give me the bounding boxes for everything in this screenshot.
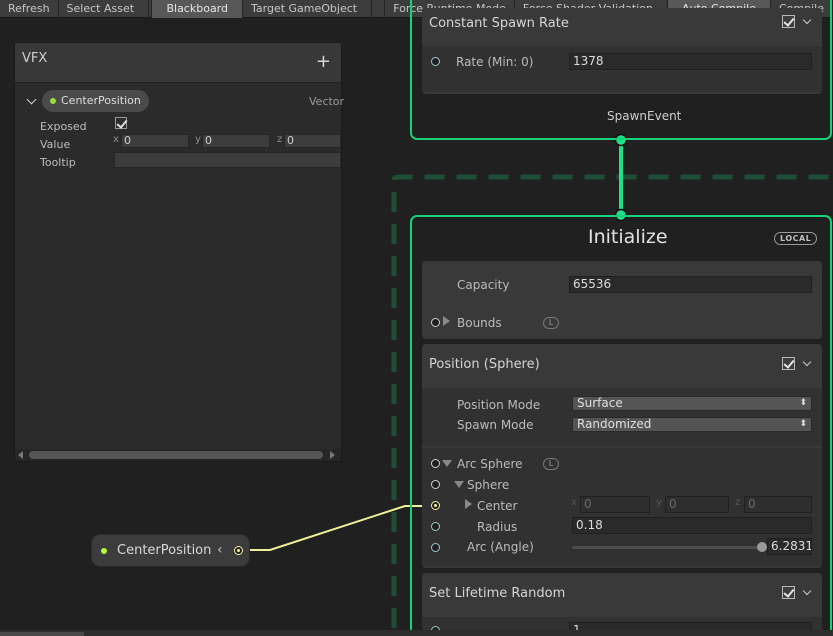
- chevron-down-icon[interactable]: [802, 586, 812, 596]
- block-header: Set Lifetime Random: [422, 573, 822, 605]
- rate-field[interactable]: 1378: [569, 53, 812, 70]
- collapse-icon[interactable]: ‹: [217, 542, 223, 558]
- arc-input-port[interactable]: [431, 543, 440, 552]
- scroll-right-icon[interactable]: [330, 451, 335, 459]
- value-label: Value: [40, 138, 71, 151]
- property-type: Vector: [309, 95, 345, 108]
- chevron-down-icon[interactable]: [802, 15, 812, 25]
- status-bar: [0, 630, 833, 636]
- collapse-arrow-icon[interactable]: [442, 460, 452, 467]
- spawn-event-label: SpawnEvent: [607, 109, 682, 123]
- local-space-badge[interactable]: LOCAL: [774, 232, 818, 245]
- position-mode-label: Position Mode: [457, 398, 541, 412]
- center-label: Center: [477, 499, 518, 513]
- radius-label: Radius: [477, 520, 518, 534]
- capacity-field[interactable]: 65536: [569, 276, 812, 293]
- radius-field[interactable]: 0.18: [572, 517, 812, 534]
- radius-input-port[interactable]: [431, 522, 440, 531]
- tooltip-field[interactable]: [114, 152, 341, 168]
- block-inputs: Arc Sphere L Sphere Center x 0 y 0 z 0 R…: [422, 448, 822, 566]
- tooltip-label: Tooltip: [40, 156, 76, 169]
- arc-sphere-input-port[interactable]: [431, 459, 440, 468]
- local-badge[interactable]: L: [543, 317, 559, 329]
- expand-arrow-icon[interactable]: [443, 316, 450, 326]
- initialize-settings: Capacity 65536 Bounds L: [422, 261, 822, 339]
- position-mode-dropdown[interactable]: Surface ⬍: [572, 396, 812, 411]
- value-y-label: y: [195, 134, 201, 145]
- chevron-down-icon[interactable]: [802, 357, 812, 367]
- status-bar-tab: [0, 632, 84, 636]
- add-property-button[interactable]: +: [316, 53, 331, 71]
- center-x-field: 0: [580, 496, 650, 513]
- vector-type-dot-icon: [101, 548, 107, 554]
- blackboard-header: VFX +: [15, 43, 341, 83]
- block-enabled-checkbox[interactable]: [782, 357, 795, 370]
- block-body: Rate (Min: 0) 1378: [422, 46, 822, 92]
- value-x-field[interactable]: 0: [121, 134, 189, 148]
- block-title: Position (Sphere): [429, 357, 540, 372]
- property-node[interactable]: CenterPosition ‹: [91, 534, 250, 567]
- arc-sphere-label: Arc Sphere: [457, 457, 523, 471]
- rate-label: Rate (Min: 0): [456, 55, 534, 69]
- block-enabled-checkbox[interactable]: [782, 15, 795, 28]
- constant-spawn-rate-block[interactable]: Constant Spawn Rate Rate (Min: 0) 1378: [422, 8, 822, 94]
- value-z-field[interactable]: 0: [284, 134, 341, 148]
- vector-type-dot-icon: [50, 98, 56, 104]
- center-z-field: 0: [744, 496, 812, 513]
- block-header: Position (Sphere): [422, 344, 822, 376]
- arc-slider-thumb[interactable]: [757, 542, 767, 552]
- blackboard-title: VFX: [22, 51, 48, 66]
- collapse-arrow-icon[interactable]: [454, 481, 464, 488]
- center-y-label: y: [656, 497, 662, 508]
- value-y-field[interactable]: 0: [202, 134, 270, 148]
- center-z-label: z: [735, 497, 741, 508]
- block-title: Constant Spawn Rate: [429, 16, 569, 31]
- position-sphere-block[interactable]: Position (Sphere) Position Mode Surface …: [422, 344, 822, 568]
- spawn-mode-label: Spawn Mode: [457, 418, 534, 432]
- blackboard-property-pill[interactable]: CenterPosition: [42, 90, 149, 112]
- arc-label: Arc (Angle): [467, 540, 534, 554]
- spawn-mode-dropdown[interactable]: Randomized ⬍: [572, 417, 812, 432]
- rate-input-port[interactable]: [431, 57, 440, 66]
- property-output-port[interactable]: [234, 546, 243, 555]
- set-lifetime-random-block[interactable]: Set Lifetime Random 1: [422, 573, 822, 636]
- dropdown-value: Randomized: [577, 417, 652, 431]
- scroll-left-icon[interactable]: [18, 451, 23, 459]
- center-input-port[interactable]: [431, 501, 440, 510]
- property-name: CenterPosition: [61, 94, 141, 107]
- center-y-field: 0: [665, 496, 729, 513]
- scrollbar-thumb[interactable]: [29, 451, 323, 459]
- local-badge[interactable]: L: [543, 458, 559, 470]
- dropdown-arrows-icon: ⬍: [799, 398, 807, 408]
- bounds-label: Bounds: [457, 316, 502, 330]
- block-settings: Position Mode Surface ⬍ Spawn Mode Rando…: [422, 388, 822, 446]
- value-x-label: x: [113, 134, 119, 145]
- center-x-label: x: [571, 497, 577, 508]
- block-enabled-checkbox[interactable]: [782, 586, 795, 599]
- arc-field[interactable]: 6.28318: [767, 538, 812, 555]
- value-z-label: z: [277, 134, 283, 145]
- sphere-input-port[interactable]: [431, 480, 440, 489]
- chevron-down-icon[interactable]: [26, 94, 37, 105]
- horizontal-scrollbar[interactable]: [15, 449, 341, 461]
- sphere-label: Sphere: [467, 478, 510, 492]
- capacity-label: Capacity: [457, 278, 510, 292]
- dropdown-arrows-icon: ⬍: [799, 419, 807, 429]
- block-header: Constant Spawn Rate: [422, 8, 822, 40]
- expand-arrow-icon[interactable]: [465, 499, 472, 509]
- arc-slider-track[interactable]: [572, 546, 764, 549]
- exposed-checkbox[interactable]: [115, 117, 127, 129]
- initialize-context[interactable]: Initialize LOCAL Capacity 65536 Bounds L…: [410, 215, 832, 636]
- blackboard-panel: VFX + CenterPosition Vector Exposed Valu…: [14, 42, 345, 462]
- spawn-context[interactable]: Constant Spawn Rate Rate (Min: 0) 1378 S…: [410, 0, 832, 140]
- context-title: Initialize: [588, 226, 668, 248]
- bounds-input-port[interactable]: [431, 318, 440, 327]
- property-node-label: CenterPosition: [117, 543, 212, 558]
- dropdown-value: Surface: [577, 396, 623, 410]
- property-edge: [244, 505, 425, 551]
- block-title: Set Lifetime Random: [429, 586, 566, 601]
- exposed-label: Exposed: [40, 120, 87, 133]
